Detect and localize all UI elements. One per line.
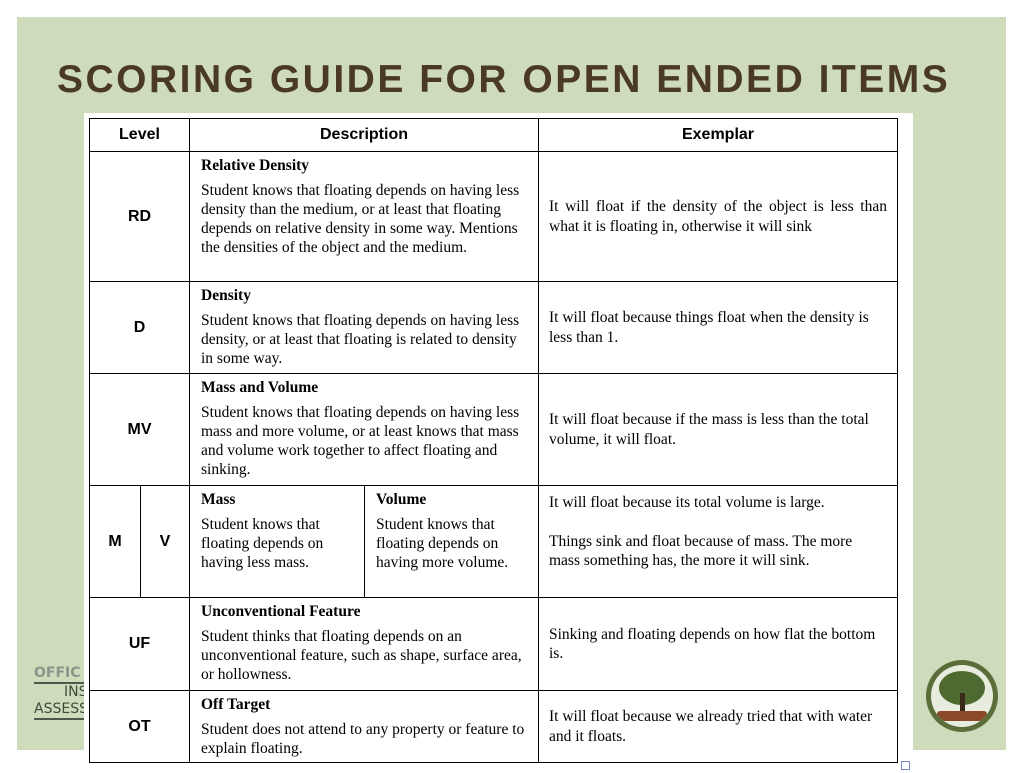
- level-cell: D: [89, 281, 190, 374]
- level-cell-v: V: [140, 485, 190, 598]
- description-text: Student knows that floating depends on h…: [201, 182, 520, 256]
- description-cell-volume: Volume Student knows that floating depen…: [364, 485, 539, 598]
- exemplar-text: Things sink and float because of mass. T…: [549, 532, 853, 570]
- description-cell: Mass and Volume Student knows that float…: [189, 373, 539, 486]
- exemplar-cell: It will float if the density of the obje…: [538, 151, 898, 282]
- description-title: Off Target: [201, 696, 271, 713]
- description-text: Student knows that floating depends on h…: [201, 404, 520, 478]
- resize-handle[interactable]: [901, 761, 910, 770]
- description-text: Student knows that floating depends on h…: [376, 516, 509, 571]
- exemplar-cell: It will float because we already tried t…: [538, 690, 898, 763]
- description-text: Student does not attend to any property …: [201, 721, 525, 757]
- description-title: Mass and Volume: [201, 379, 319, 396]
- description-title: Volume: [376, 491, 427, 508]
- description-cell: Off Target Student does not attend to an…: [189, 690, 539, 763]
- exemplar-text: It will float because things float when …: [549, 309, 869, 346]
- header-description: Description: [189, 118, 539, 152]
- level-cell: OT: [89, 690, 190, 763]
- level-cell: MV: [89, 373, 190, 486]
- exemplar-cell: It will float because if the mass is les…: [538, 373, 898, 486]
- header-exemplar: Exemplar: [538, 118, 898, 152]
- exemplar-text: It will float because its total volume i…: [549, 494, 825, 511]
- tree-seal-icon: [926, 660, 998, 732]
- exemplar-cell: It will float because things float when …: [538, 281, 898, 374]
- slide-title: SCORING GUIDE FOR OPEN ENDED ITEMS: [57, 58, 951, 101]
- level-cell: UF: [89, 597, 190, 691]
- description-text: Student knows that floating depends on h…: [201, 516, 324, 571]
- exemplar-text: It will float because we already tried t…: [549, 708, 873, 745]
- description-title: Density: [201, 287, 251, 304]
- description-text: Student thinks that floating depends on …: [201, 628, 522, 683]
- description-text: Student knows that floating depends on h…: [201, 312, 520, 367]
- description-cell: Relative Density Student knows that floa…: [189, 151, 539, 282]
- level-cell: RD: [89, 151, 190, 282]
- exemplar-text: It will float because if the mass is les…: [549, 411, 869, 448]
- description-title: Relative Density: [201, 157, 310, 174]
- description-title: Unconventional Feature: [201, 603, 361, 620]
- description-cell: Unconventional Feature Student thinks th…: [189, 597, 539, 691]
- exemplar-text: It will float if the density of the obje…: [549, 198, 887, 235]
- header-level: Level: [89, 118, 190, 152]
- description-cell: Density Student knows that floating depe…: [189, 281, 539, 374]
- level-cell-m: M: [89, 485, 141, 598]
- exemplar-cell: Sinking and floating depends on how flat…: [538, 597, 898, 691]
- exemplar-cell: It will float because its total volume i…: [538, 485, 898, 598]
- description-title: Mass: [201, 491, 236, 508]
- exemplar-text: Sinking and floating depends on how flat…: [549, 625, 876, 663]
- description-cell-mass: Mass Student knows that floating depends…: [189, 485, 365, 598]
